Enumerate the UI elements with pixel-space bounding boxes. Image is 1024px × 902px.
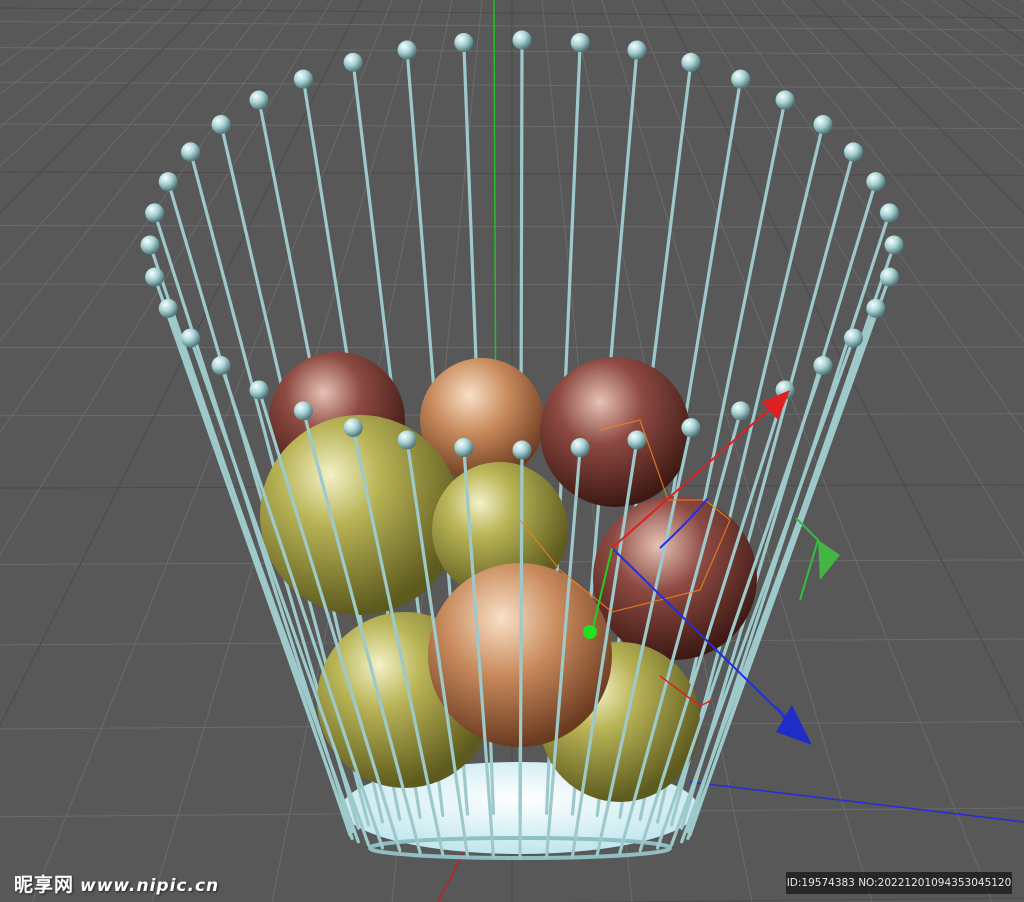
watermark-logo: 昵享网 www.nipic.cn — [14, 870, 219, 897]
wire-bead — [158, 298, 178, 318]
wire-bead — [343, 418, 363, 438]
3d-viewport[interactable]: 昵享网 www.nipic.cn ID:19574383 NO:202212010… — [0, 0, 1024, 902]
wire-bead — [866, 172, 886, 192]
wire-bead — [211, 355, 231, 375]
watermark-logo-cn: 昵享网 — [14, 874, 75, 896]
wire-bead — [843, 142, 863, 162]
wire-bead — [570, 437, 590, 457]
wire-bead — [454, 437, 474, 457]
wire-bead — [293, 69, 313, 89]
wire-bead — [879, 203, 899, 223]
wire-bead — [731, 401, 751, 421]
apples — [260, 352, 757, 802]
wire-bead — [570, 33, 590, 53]
apple-red-right — [593, 496, 757, 660]
watermark-site: www.nipic.cn — [80, 876, 220, 896]
wire-bead — [158, 172, 178, 192]
wire-bead — [813, 115, 833, 135]
wire-bead — [843, 328, 863, 348]
wire-bead — [775, 90, 795, 110]
wire-bead — [879, 267, 899, 287]
apple-green-left — [260, 415, 460, 615]
wire-bead — [397, 430, 417, 450]
gizmo-pivot — [583, 625, 597, 639]
world-x-axis — [689, 781, 1024, 823]
wire-bead — [681, 418, 701, 438]
watermark-id: ID:19574383 NO:20221201094353045120 — [786, 872, 1012, 894]
scene-canvas[interactable] — [0, 0, 1024, 902]
wire-bead — [293, 401, 313, 421]
wire-bead — [181, 328, 201, 348]
wire-bead — [866, 298, 886, 318]
wire-bead — [181, 142, 201, 162]
wire-bead — [211, 115, 231, 135]
wire-bead — [145, 203, 165, 223]
wire-bead — [397, 40, 417, 60]
wire-bead — [512, 30, 532, 50]
wire-bead — [343, 52, 363, 72]
wire-bead — [145, 267, 165, 287]
wire-bead — [627, 40, 647, 60]
apple-red-back-right — [540, 357, 690, 507]
basket-wire — [518, 448, 524, 859]
wire-bead — [454, 33, 474, 53]
wire-bead — [512, 440, 532, 460]
wire-bead — [249, 380, 269, 400]
wire-bead — [627, 430, 647, 450]
wire-bead — [813, 355, 833, 375]
wire-bead — [249, 90, 269, 110]
wire-bead — [884, 235, 904, 255]
wire-bead — [681, 52, 701, 72]
wire-bead — [731, 69, 751, 89]
wire-bead — [140, 235, 160, 255]
